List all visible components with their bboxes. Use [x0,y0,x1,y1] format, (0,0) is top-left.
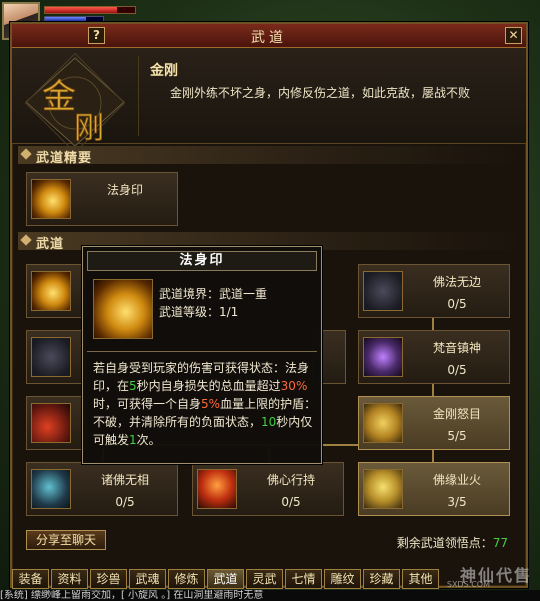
skill-name: 金刚怒目 [432,407,481,421]
skill-name: 佛缘业火 [432,473,481,487]
skill-count: 3/5 [447,495,467,509]
buddha-icon [363,469,403,509]
school-header: 金 刚 金刚 金刚外练不坏之身，内修反伤之道，如此克敌，屡战不败 [12,48,526,152]
skill-tooltip: 法身印 武道境界：武道一重 武道等级：1/1 若自身受到玩家的伤害可获得状态：法… [82,246,322,464]
essence-name: 法身印 [106,183,143,197]
tab-carving[interactable]: 雕纹 [324,569,361,589]
tooltip-realm: 武道境界：武道一重 [159,287,268,301]
skill-name: 梵音镇神 [432,341,481,355]
hp-bar [44,6,136,14]
crescent-icon [31,469,71,509]
skill-name: 佛法无边 [432,275,481,289]
skill-count: 0/5 [447,363,467,377]
flame-icon [197,469,237,509]
fist-icon [31,271,71,311]
svg-text:刚: 刚 [74,111,104,146]
skill-card-left-3[interactable] [26,396,86,450]
watermark-url: SXDS.COM [446,580,490,589]
tab-cultivate[interactable]: 修炼 [168,569,205,589]
skill-card-jingangnumu[interactable]: 金刚怒目 5/5 [358,396,510,450]
title-bar: ? 武道 ✕ [12,24,526,48]
share-to-chat-button[interactable]: 分享至聊天 [26,530,106,550]
skill-count: 0/5 [447,297,467,311]
svg-text:金: 金 [42,77,76,117]
close-button[interactable]: ✕ [505,27,522,44]
tab-pets[interactable]: 珍兽 [90,569,127,589]
jingang-emblem-icon: 金 刚 [24,52,126,152]
fashenyin-icon [93,279,153,339]
wudao-panel: ? 武道 ✕ 金 刚 金刚 金刚外练不坏之身，内修反伤之道，如此克敌，屡战不败 … [10,22,528,588]
section-essence-header: 武道精要 [18,146,520,166]
skill-name: 佛心行持 [266,473,315,487]
tab-qiqing[interactable]: 七情 [285,569,322,589]
tooltip-description: 若自身受到玩家的伤害可获得状态：法身印，在5秒内自身损失的总血量超过30%时，可… [93,361,317,447]
tab-equip[interactable]: 装备 [12,569,49,589]
school-name: 金刚 [150,63,178,79]
chest-icon [363,271,403,311]
chat-line: [系统] 缥缈峰上留雨交加，[ 小旋风 。] 在山洞里避雨时无意 [0,590,540,601]
fashenyin-icon [31,179,71,219]
window-title: 武道 [251,30,287,46]
tab-wuhun[interactable]: 武魂 [129,569,166,589]
skill-card-left-1[interactable] [26,264,86,318]
school-description: 金刚外练不坏之身，内修反伤之道，如此克敌，屡战不败 [170,86,471,100]
moon-icon [31,337,71,377]
skill-card-foyuanyehuo[interactable]: 佛缘业火 3/5 [358,462,510,516]
skill-count: 0/5 [115,495,135,509]
tab-collection[interactable]: 珍藏 [363,569,400,589]
angry-face-icon [363,403,403,443]
skill-name: 诸佛无相 [100,473,149,487]
mask-icon [363,337,403,377]
tab-other[interactable]: 其他 [402,569,439,589]
tooltip-level: 武道等级：1/1 [159,305,239,319]
blade-icon [31,403,71,443]
skill-card-fofawubian[interactable]: 佛法无边 0/5 [358,264,510,318]
skill-count: 0/5 [281,495,301,509]
remaining-points: 剩余武道领悟点：77 [396,536,508,550]
skill-card-left-2[interactable] [26,330,86,384]
tooltip-title: 法身印 [87,251,317,271]
skill-card-foxinxingchi[interactable]: 佛心行持 0/5 [192,462,344,516]
essence-card[interactable]: 法身印 [26,172,178,226]
skill-card-zhufowuxiang[interactable]: 诸佛无相 0/5 [26,462,178,516]
skill-count: 5/5 [447,429,467,443]
tab-profile[interactable]: 资料 [51,569,88,589]
skill-card-fanyinzhenshen[interactable]: 梵音镇神 0/5 [358,330,510,384]
tab-lingwu[interactable]: 灵武 [246,569,283,589]
tab-wudao[interactable]: 武道 [207,569,244,589]
